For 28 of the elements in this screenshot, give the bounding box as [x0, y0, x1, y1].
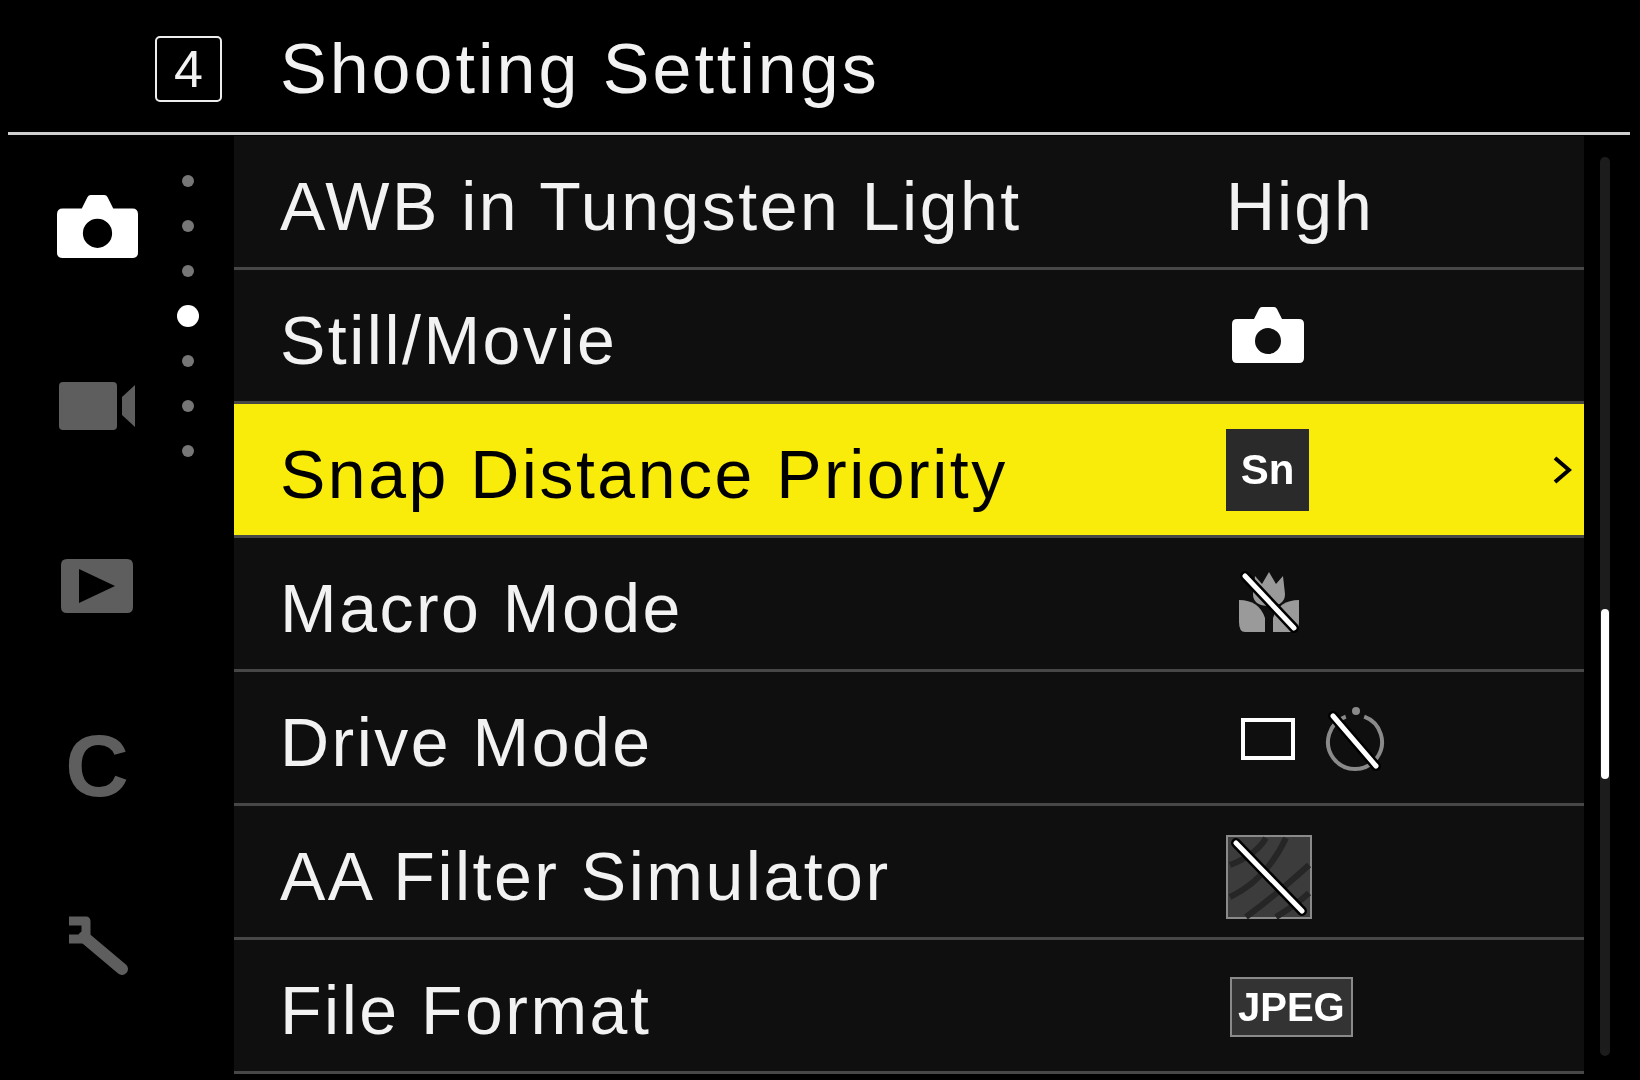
mode-badge: Sn: [1226, 428, 1309, 511]
menu-item[interactable]: Snap Distance Priority Sn: [234, 404, 1584, 538]
menu-item[interactable]: AWB in Tungsten Light High: [234, 136, 1584, 270]
item-label: Still/Movie: [280, 301, 619, 380]
item-label: Snap Distance Priority: [280, 435, 1009, 514]
menu-item[interactable]: File Format JPEG: [234, 940, 1584, 1074]
page-number: 4: [155, 36, 222, 102]
menu-item[interactable]: Drive Mode: [234, 672, 1584, 806]
scrollbar-track[interactable]: [1600, 157, 1610, 1056]
video-camera-icon[interactable]: [59, 382, 135, 430]
camera-icon[interactable]: [56, 194, 138, 258]
item-label: AWB in Tungsten Light: [280, 167, 1023, 246]
item-label: AA Filter Simulator: [280, 837, 892, 916]
item-label: Macro Mode: [280, 569, 684, 648]
item-label: File Format: [280, 971, 653, 1050]
crossed-pattern-icon: [1226, 834, 1312, 919]
play-icon[interactable]: [61, 559, 133, 613]
format-badge: JPEG: [1230, 976, 1353, 1037]
crossed-flower-icon: [1237, 569, 1301, 634]
item-value: High: [1226, 167, 1374, 246]
camera-icon: [1232, 306, 1304, 363]
menu-item[interactable]: Still/Movie: [234, 270, 1584, 404]
scrollbar-thumb[interactable]: [1601, 609, 1609, 779]
rectangle-icon: [1241, 717, 1295, 760]
menu-item[interactable]: Macro Mode: [234, 538, 1584, 672]
screen-title: Shooting Settings: [280, 30, 880, 108]
item-label: Drive Mode: [280, 703, 654, 782]
menu-item[interactable]: AA Filter Simulator: [234, 806, 1584, 940]
